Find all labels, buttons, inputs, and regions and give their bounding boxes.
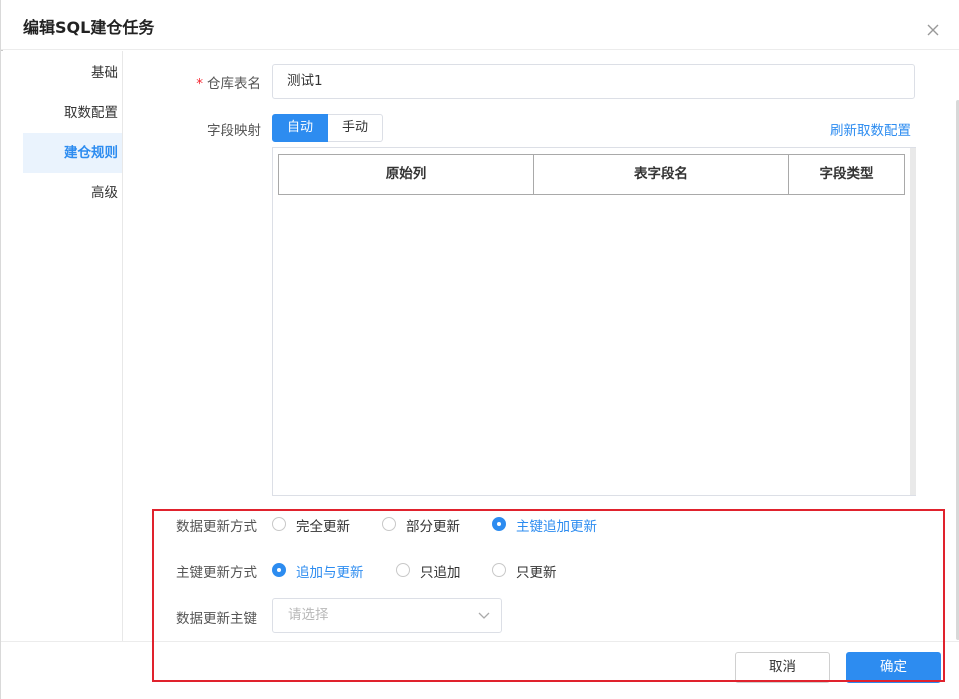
mapping-auto-button[interactable]: 自动 [272, 114, 328, 142]
update-mode-key-append-radio[interactable] [492, 517, 506, 531]
update-mode-full-label[interactable]: 完全更新 [296, 515, 350, 535]
sidebar-nav: 基础 取数配置 建仓规则 高级 [1, 51, 123, 641]
update-mode-partial-label[interactable]: 部分更新 [406, 515, 460, 535]
sidebar-item-fetch-config[interactable]: 取数配置 [23, 93, 122, 133]
sidebar-item-build-rules[interactable]: 建仓规则 [23, 133, 122, 173]
dialog-header: 编辑SQL建仓任务 [1, 0, 959, 50]
mapping-table: 原始列 表字段名 字段类型 [272, 147, 916, 496]
column-header-field-type: 字段类型 [788, 154, 905, 195]
update-key-select[interactable]: 请选择 [272, 598, 502, 633]
key-mode-append-only-radio[interactable] [396, 563, 410, 577]
table-name-input[interactable]: 测试1 [272, 64, 915, 99]
key-mode-append-update-radio[interactable] [272, 563, 286, 577]
column-header-field-name: 表字段名 [533, 154, 789, 195]
field-mapping-label: 字段映射 [207, 123, 261, 139]
key-update-mode-label: 主键更新方式 [176, 565, 257, 581]
update-mode-full-radio[interactable] [272, 517, 286, 531]
table-scrollbar[interactable] [910, 148, 916, 495]
update-key-label: 数据更新主键 [176, 611, 257, 627]
confirm-button[interactable]: 确定 [846, 652, 941, 683]
update-mode-key-append-label[interactable]: 主键追加更新 [516, 515, 597, 535]
refresh-fetch-config-link[interactable]: 刷新取数配置 [830, 119, 911, 139]
chevron-down-icon [478, 612, 490, 619]
mapping-manual-button[interactable]: 手动 [328, 114, 383, 142]
column-header-source: 原始列 [278, 154, 534, 195]
close-icon[interactable] [925, 22, 941, 38]
update-mode-partial-radio[interactable] [382, 517, 396, 531]
cancel-button[interactable]: 取消 [735, 652, 830, 683]
edit-sql-task-dialog: 编辑SQL建仓任务 基础 取数配置 建仓规则 高级 * 仓库表名 测试1 字段映射… [0, 0, 959, 699]
key-mode-update-only-radio[interactable] [492, 563, 506, 577]
table-name-label: * 仓库表名 [196, 76, 261, 92]
key-mode-append-update-label[interactable]: 追加与更新 [296, 561, 364, 581]
key-mode-update-only-label[interactable]: 只更新 [516, 561, 557, 581]
sidebar-item-advanced[interactable]: 高级 [23, 173, 122, 213]
dialog-title: 编辑SQL建仓任务 [23, 18, 155, 37]
sidebar-item-basic[interactable]: 基础 [23, 53, 122, 93]
update-mode-label: 数据更新方式 [176, 519, 257, 535]
footer-divider [1, 641, 959, 642]
key-mode-append-only-label[interactable]: 只追加 [420, 561, 461, 581]
